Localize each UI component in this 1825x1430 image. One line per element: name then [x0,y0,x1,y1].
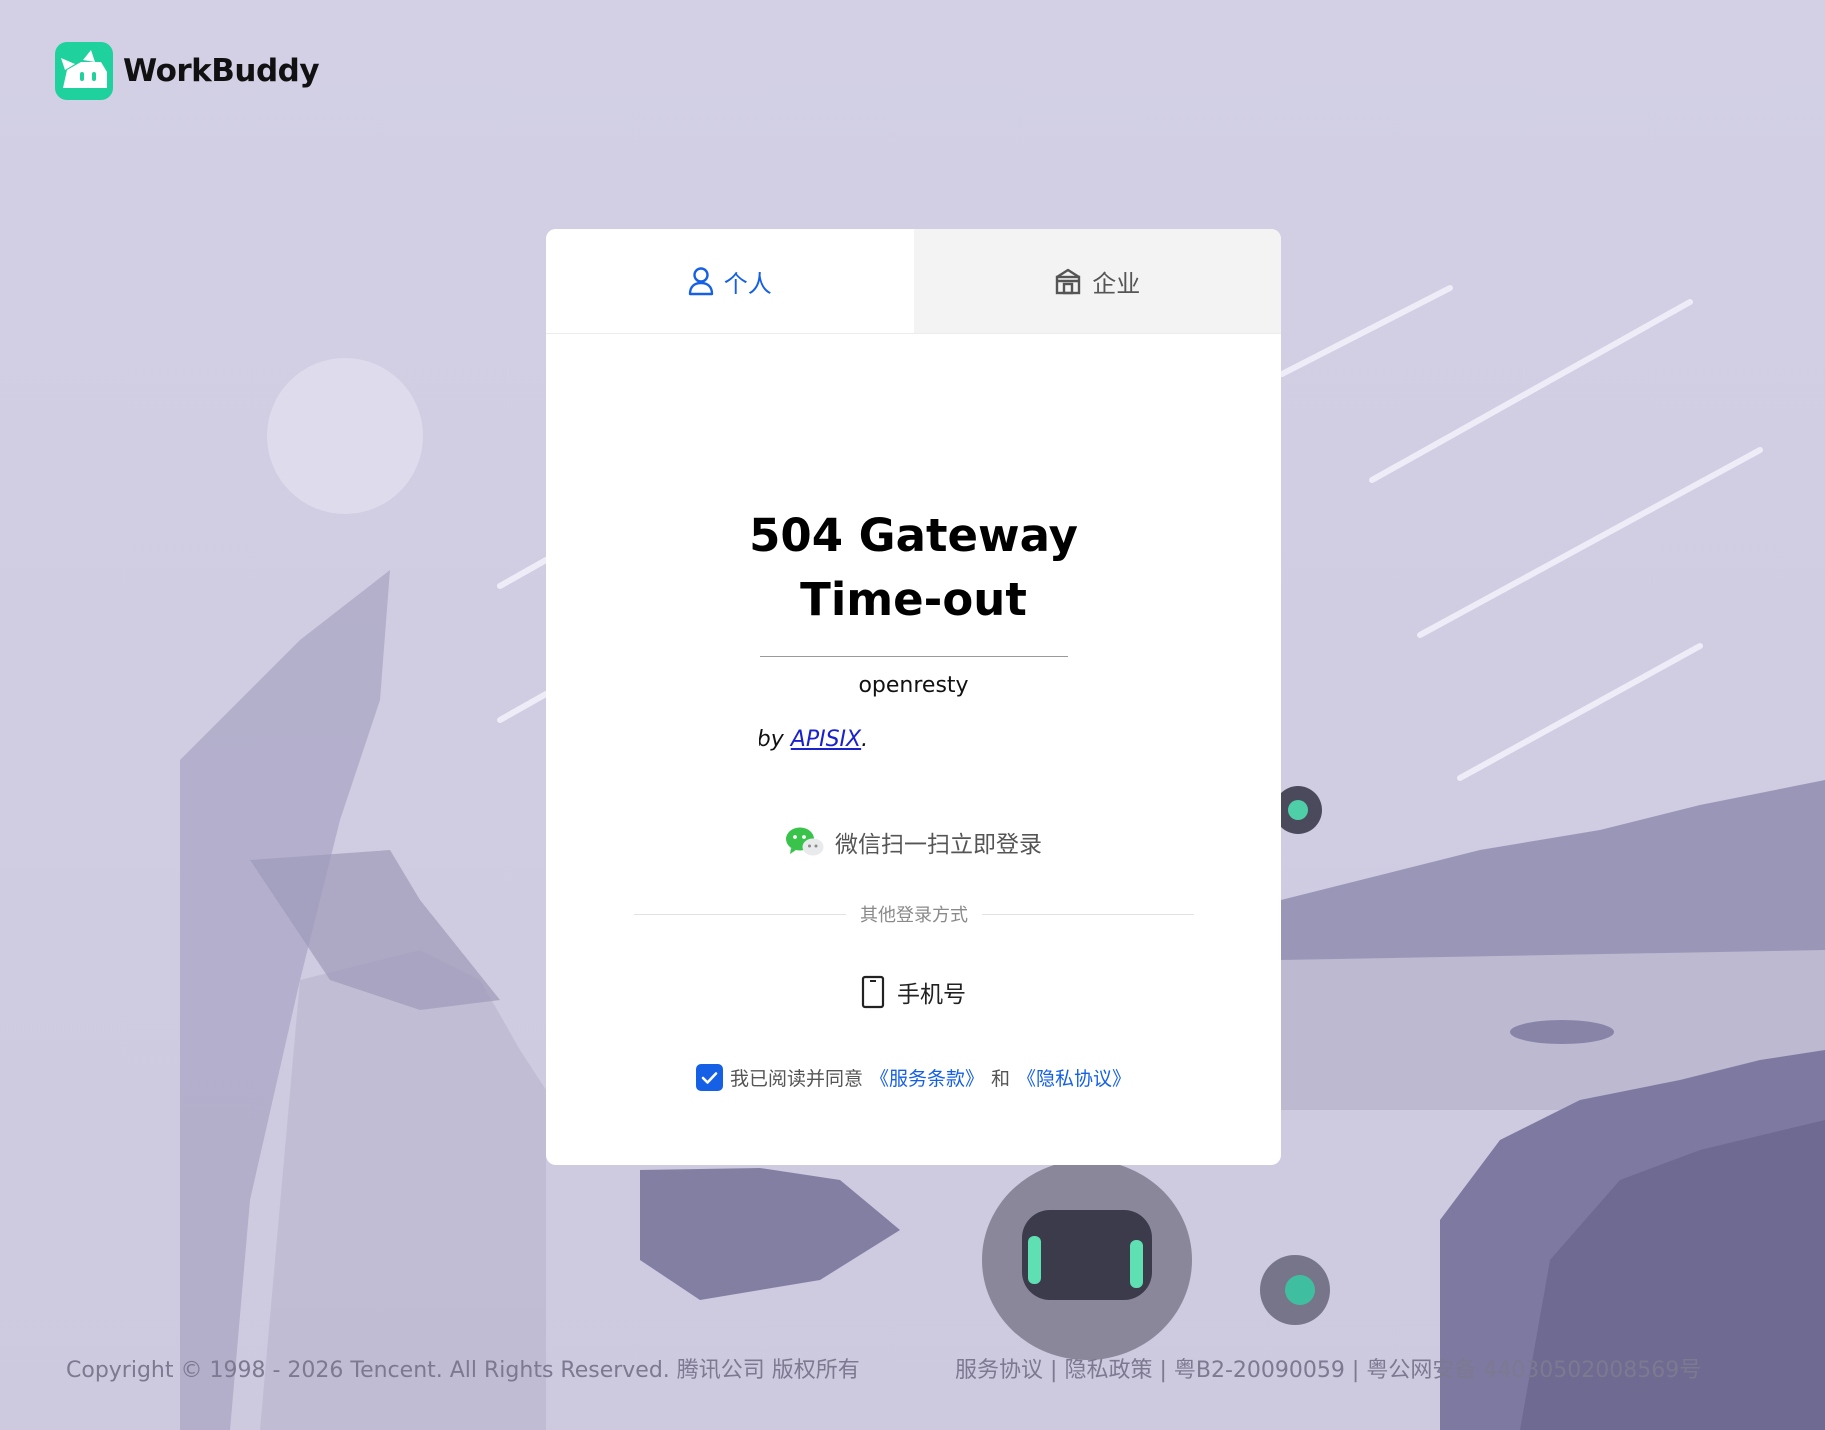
terms-link[interactable]: 《服务条款》 [870,1064,984,1091]
other-methods-divider: 其他登录方式 [634,901,1194,927]
brand-name: WorkBuddy [123,53,320,89]
powered-suffix: . [861,727,869,752]
footer-service-agreement-link[interactable]: 服务协议 [955,1358,1043,1383]
agreement-conjunction: 和 [991,1068,1011,1090]
workbuddy-logo-icon [55,42,113,100]
login-tabs: 个人 企业 [546,229,1281,334]
agreement-prefix: 我已阅读并同意 [729,1068,863,1090]
footer-police-record-link[interactable]: 粤公网安备 44030502008569号 [1366,1358,1701,1383]
error-title: 504 Gateway Time-out [749,509,1078,626]
footer-icp-link[interactable]: 粤B2-20090059 [1174,1358,1345,1383]
phone-icon [861,975,885,1009]
user-icon [688,267,713,296]
tab-personal-label: 个人 [723,269,772,298]
agreement-checkbox[interactable] [695,1064,723,1091]
wechat-icon [786,827,824,856]
powered-prefix: Powered by [759,727,784,752]
wechat-login-label: 微信扫一扫立即登录 [835,832,1042,858]
tab-personal[interactable]: 个人 [546,229,914,333]
tab-enterprise[interactable]: 企业 [913,229,1281,333]
check-icon [701,1071,718,1084]
building-icon [1056,268,1081,295]
login-card: 个人 企业 504 Gateway Time-out openresty Pow… [546,229,1281,1165]
agreement-row: 我已阅读并同意 《服务条款》和《隐私协议》 [546,1064,1281,1091]
footer-separator: | [1159,1358,1167,1383]
error-message: 504 Gateway Time-out openresty [546,504,1281,698]
tab-enterprise-label: 企业 [1092,269,1141,298]
brand-logo[interactable]: WorkBuddy [55,42,320,100]
footer-copyright: Copyright © 1998 - 2026 Tencent. All Rig… [66,1358,860,1383]
other-methods-label: 其他登录方式 [860,905,968,926]
divider-line-right [982,913,1194,915]
phone-login-label: 手机号 [897,982,966,1008]
footer-separator: | [1351,1358,1360,1383]
apisix-link[interactable]: APISIX [791,727,861,752]
wechat-login-button[interactable]: 微信扫一扫立即登录 [546,825,1281,859]
error-server: openresty [858,673,969,698]
phone-login-button[interactable]: 手机号 [546,975,1281,1009]
error-divider [759,656,1068,657]
footer-separator: | [1050,1358,1058,1383]
footer-privacy-policy-link[interactable]: 隐私政策 [1064,1358,1152,1383]
footer-links: 服务协议 | 隐私政策 | 粤B2-20090059 | 粤公网安备 44030… [955,1352,1701,1384]
privacy-link[interactable]: 《隐私协议》 [1017,1064,1131,1091]
powered-by-line: Powered by APISIX. [759,727,1069,752]
divider-line-left [634,913,846,915]
